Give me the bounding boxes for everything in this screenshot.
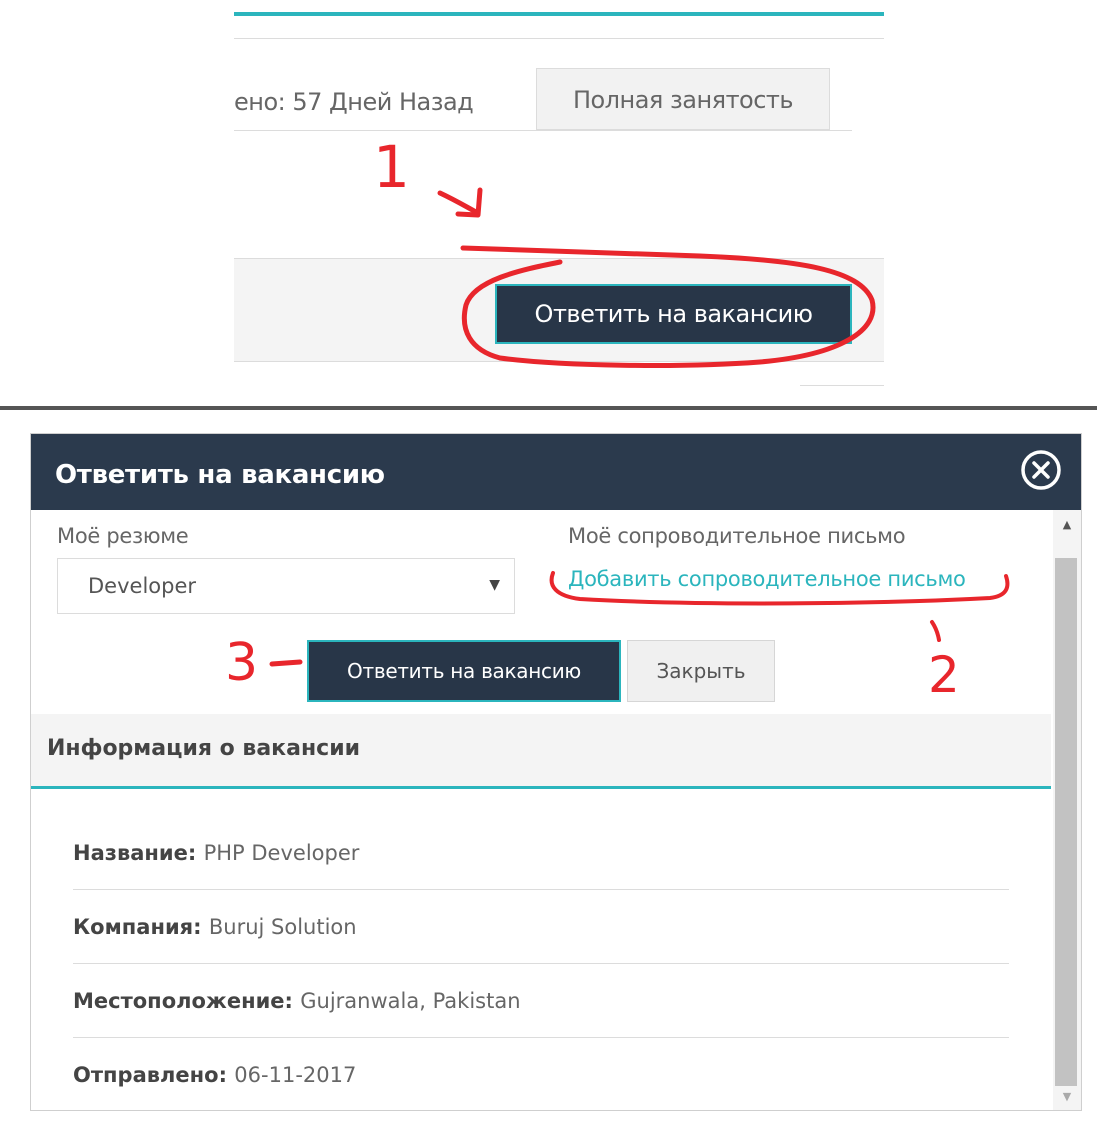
apply-modal: Ответить на вакансию Моё резюме Develope… [30,433,1082,1111]
tabs-divider [234,130,852,131]
annotation-arrow [437,190,479,215]
annotation-arrow-head [455,187,483,218]
top-divider [234,38,884,39]
info-row-company: Компания: Buruj Solution [73,890,1009,964]
posted-date-text: ено: 57 Дней Назад [234,88,474,116]
close-button[interactable]: Закрыть [627,640,775,702]
annotation-number-3: 3 [225,633,259,693]
info-label: Местоположение: [73,989,301,1013]
info-row-location: Местоположение: Gujranwala, Pakistan [73,964,1009,1038]
modal-header: Ответить на вакансию [31,434,1081,510]
job-type-tab[interactable]: Полная занятость [536,68,830,130]
modal-title: Ответить на вакансию [55,460,385,490]
screenshot-divider [0,406,1097,410]
dropdown-arrow-icon: ▼ [489,577,500,593]
job-info-header: Информация о вакансии [31,714,1051,789]
info-value: 06-11-2017 [234,1063,357,1087]
info-label: Отправлено: [73,1063,235,1087]
add-cover-letter-link[interactable]: Добавить сопроводительное письмо [568,567,966,591]
top-accent-line [234,12,884,16]
info-row-posted: Отправлено: 06-11-2017 [73,1038,1009,1110]
info-value: Buruj Solution [208,915,357,939]
cover-letter-label: Моё сопроводительное письмо [568,524,906,548]
job-info-title: Информация о вакансии [47,736,361,761]
annotation-number-1: 1 [373,133,410,201]
scroll-up-icon[interactable]: ▲ [1053,518,1081,531]
annotation-number-2: 2 [928,646,960,704]
apply-button[interactable]: Ответить на вакансию [307,640,621,702]
info-label: Название: [73,841,204,865]
scroll-thumb[interactable] [1055,558,1077,1086]
close-icon[interactable] [1019,448,1063,492]
modal-scrollbar[interactable]: ▲ ▼ [1053,510,1081,1110]
info-value: Gujranwala, Pakistan [300,989,521,1013]
listing-footer-line [800,385,884,386]
scroll-down-icon[interactable]: ▼ [1053,1090,1081,1103]
info-label: Компания: [73,915,209,939]
resume-select-value: Developer [88,574,197,598]
listing-apply-button[interactable]: Ответить на вакансию [495,284,852,344]
info-value: PHP Developer [203,841,360,865]
resume-label: Моё резюме [57,524,189,548]
resume-select[interactable]: Developer ▼ [57,558,515,614]
info-row-title: Название: PHP Developer [73,816,1009,890]
